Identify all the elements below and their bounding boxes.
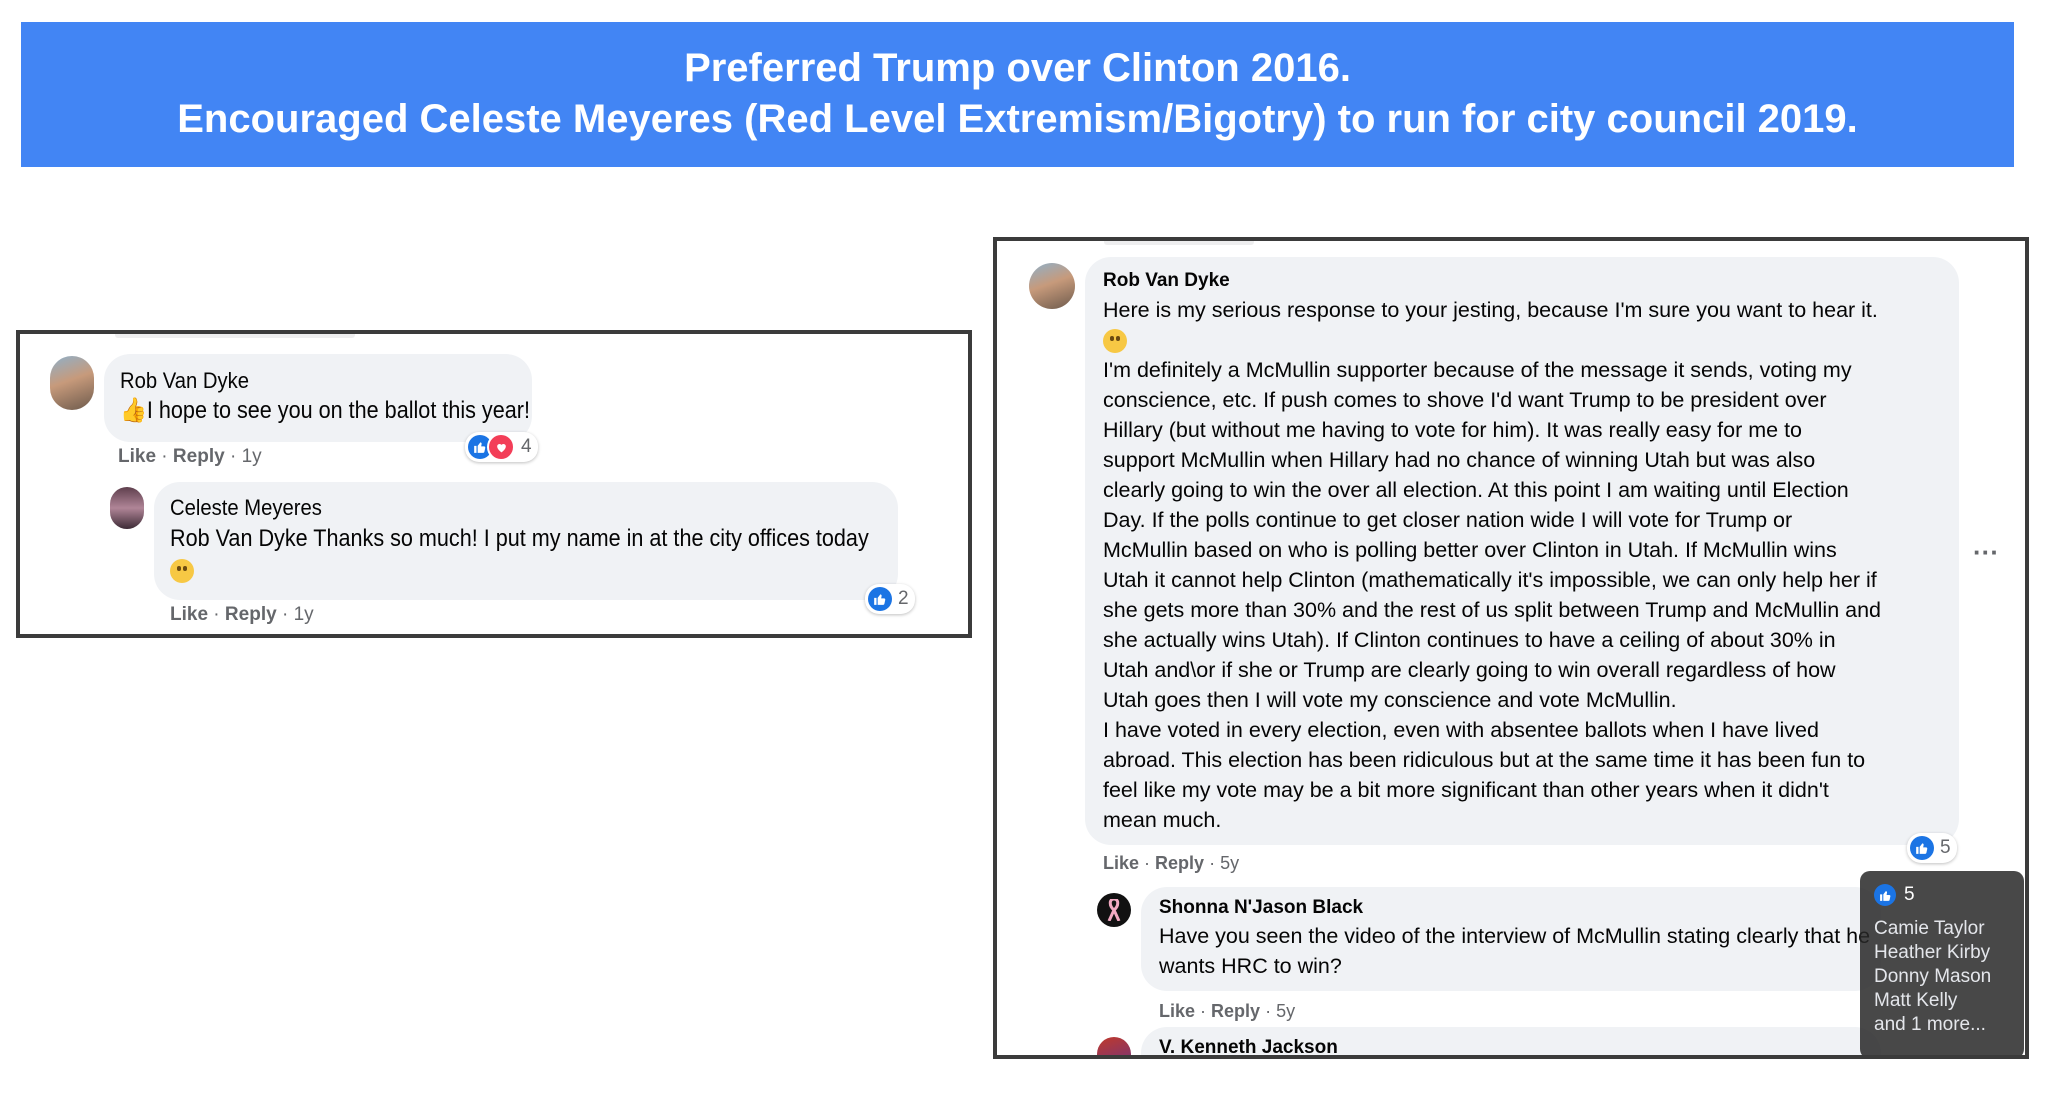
reply-link[interactable]: Reply — [1155, 853, 1204, 873]
like-link[interactable]: Like — [1159, 1001, 1195, 1021]
reply-mention[interactable]: Rob Van Dyke — [170, 525, 308, 552]
avatar-celeste-meyeres[interactable] — [110, 487, 144, 529]
like-reaction-icon — [1910, 836, 1934, 860]
pink-ribbon-icon — [1107, 897, 1121, 922]
clipped-previous-meta — [1104, 241, 1254, 245]
comment-body-line: Utah goes then I will vote my conscience… — [1103, 688, 1677, 712]
comment-body-line: McMullin based on who is polling better … — [1103, 538, 1837, 562]
comment-body-line: conscience, etc. If push comes to shove … — [1103, 388, 1827, 412]
reply-bubble-celeste: Celeste Meyeres Rob Van Dyke Thanks so m… — [154, 482, 898, 600]
comment-body-line: I have voted in every election, even wit… — [1103, 718, 1819, 742]
right-comment-panel: Rob Van Dyke Here is my serious response… — [993, 237, 2029, 1059]
comment-bubble-rob: Rob Van Dyke Here is my serious response… — [1085, 257, 1959, 845]
reply-age[interactable]: 5y — [1276, 1001, 1295, 1021]
comment-body-line: support McMullin when Hillary had no cha… — [1103, 448, 1816, 472]
comment-body-line: Day. If the polls continue to get closer… — [1103, 508, 1793, 532]
comment-body-line: abroad. This election has been ridiculou… — [1103, 748, 1866, 772]
reply-link[interactable]: Reply — [173, 446, 225, 467]
comment-actions: Like · Reply · 1y — [118, 446, 262, 467]
reaction-summary[interactable]: 4 — [465, 432, 538, 462]
comment-age[interactable]: 1y — [242, 446, 262, 467]
reply-text: Thanks so much! I put my name in at the … — [313, 525, 869, 552]
comment-body-line: feel like my vote may be a bit more sign… — [1103, 778, 1829, 802]
tooltip-name-0: Camie Taylor — [1874, 918, 1985, 939]
like-reaction-icon — [1874, 884, 1896, 906]
banner-line-2: Encouraged Celeste Meyeres (Red Level Ex… — [177, 97, 1858, 141]
comment-age[interactable]: 5y — [1220, 853, 1239, 873]
love-reaction-icon — [487, 433, 515, 461]
tooltip-name-1: Heather Kirby — [1874, 942, 1991, 963]
smile-emoji-icon — [1103, 329, 1127, 354]
reply-author[interactable]: Shonna N'Jason Black — [1159, 895, 1863, 921]
tooltip-name-2: Donny Mason — [1874, 966, 1992, 987]
comment-body-line: she gets more than 30% and the rest of u… — [1103, 598, 1882, 622]
like-link[interactable]: Like — [118, 446, 156, 467]
banner-line-1: Preferred Trump over Clinton 2016. — [684, 46, 1351, 90]
thumbs-up-emoji-icon: 👍 — [120, 397, 147, 424]
reply-text-line-1: Have you seen the video of the interview… — [1159, 924, 1871, 948]
left-comment-panel: Rob Van Dyke 👍I hope to see you on the b… — [16, 330, 972, 638]
comment-intro: Here is my serious response to your jest… — [1103, 298, 1878, 322]
reply-reaction-summary[interactable]: 2 — [865, 584, 915, 614]
reply-actions: Like · Reply · 5y — [1159, 1001, 1296, 1021]
reactors-tooltip: 5 Camie Taylor Heather Kirby Donny Mason… — [1860, 871, 2024, 1055]
comment-author[interactable]: Rob Van Dyke — [120, 366, 484, 396]
like-reaction-icon — [868, 587, 892, 611]
comment-text-row: 👍I hope to see you on the ballot this ye… — [120, 396, 530, 426]
comment-actions: Like · Reply · 5y — [1103, 853, 1240, 873]
avatar-shonna-njason-black[interactable] — [1097, 893, 1131, 927]
comment-body-line: Utah it cannot help Clinton (mathematica… — [1103, 568, 1877, 592]
reply-age[interactable]: 1y — [294, 604, 314, 625]
reaction-summary[interactable]: 5 — [1907, 833, 1957, 863]
comment-bubble-rob: Rob Van Dyke 👍I hope to see you on the b… — [104, 354, 532, 442]
comment-body-line: Hillary (but without me having to vote f… — [1103, 418, 1803, 442]
reply-reaction-count: 2 — [898, 588, 909, 609]
tooltip-count: 5 — [1904, 884, 1915, 905]
comment-body-line: I'm definitely a McMullin supporter beca… — [1103, 358, 1852, 382]
tooltip-name-3: Matt Kelly — [1874, 990, 1958, 1011]
smile-emoji-row — [1103, 325, 1941, 355]
comment-body-line: mean much. — [1103, 808, 1222, 832]
more-options-icon[interactable]: ··· — [1973, 537, 1999, 568]
comment-author[interactable]: Rob Van Dyke — [1103, 267, 1941, 295]
reaction-count: 4 — [521, 436, 532, 457]
tooltip-header: 5 — [1874, 883, 2010, 907]
smile-emoji-icon — [170, 559, 194, 583]
title-banner: Preferred Trump over Clinton 2016. Encou… — [21, 22, 2014, 167]
comment-body-line: clearly going to win the over all electi… — [1103, 478, 1849, 502]
next-reply-author[interactable]: V. Kenneth Jackson — [1159, 1035, 1863, 1055]
comment-body: I'm definitely a McMullin supporter beca… — [1103, 355, 1941, 835]
like-link[interactable]: Like — [1103, 853, 1139, 873]
comment-body-line: Utah and\or if she or Trump are clearly … — [1103, 658, 1836, 682]
like-link[interactable]: Like — [170, 604, 208, 625]
comment-body-line: she actually wins Utah). If Clinton cont… — [1103, 628, 1836, 652]
avatar-rob-van-dyke[interactable] — [50, 356, 94, 410]
avatar-rob-van-dyke[interactable] — [1029, 263, 1075, 309]
reply-text-line-2: wants HRC to win? — [1159, 954, 1342, 978]
reply-bubble-kenneth: V. Kenneth Jackson — [1141, 1027, 1881, 1055]
reply-actions: Like · Reply · 1y — [170, 604, 314, 625]
reply-text-row: Rob Van Dyke Thanks so much! I put my na… — [170, 523, 869, 555]
reply-author[interactable]: Celeste Meyeres — [170, 493, 825, 523]
avatar-v-kenneth-jackson[interactable] — [1097, 1037, 1131, 1055]
tooltip-name-4: and 1 more... — [1874, 1014, 1986, 1035]
reply-link[interactable]: Reply — [225, 604, 277, 625]
reaction-count: 5 — [1940, 837, 1951, 858]
comment-text: I hope to see you on the ballot this yea… — [146, 397, 530, 424]
reply-link[interactable]: Reply — [1211, 1001, 1260, 1021]
reply-bubble-shonna: Shonna N'Jason Black Have you seen the v… — [1141, 887, 1881, 991]
clipped-previous-meta — [115, 334, 355, 338]
